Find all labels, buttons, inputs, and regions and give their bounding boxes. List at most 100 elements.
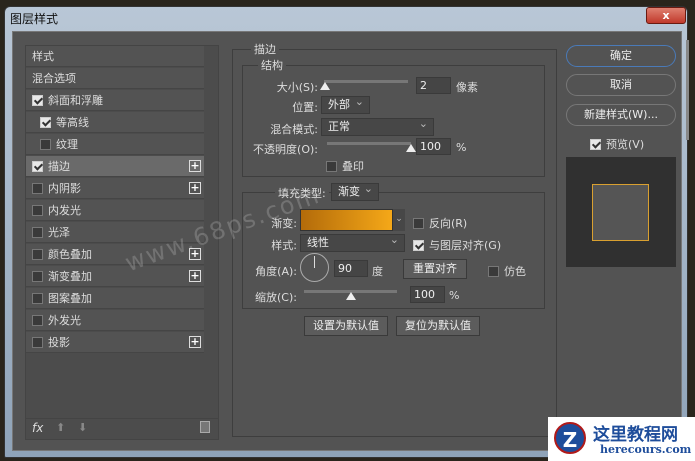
dialog-title: 图层样式 [10, 12, 59, 26]
size-unit: 像素 [456, 81, 478, 94]
angle-dial[interactable] [300, 253, 329, 282]
section-title: 描边 [251, 41, 279, 57]
structure-title: 结构 [258, 57, 286, 73]
style-item[interactable]: 斜面和浮雕 [26, 90, 204, 111]
style-item[interactable]: 图案叠加 [26, 288, 204, 309]
reset-default-button[interactable]: 复位为默认值 [396, 316, 480, 336]
scale-input[interactable]: 100 [410, 286, 445, 303]
size-slider-thumb[interactable] [319, 82, 330, 90]
reverse-checkbox[interactable]: 反向(R) [413, 215, 467, 231]
size-input[interactable]: 2 [416, 77, 451, 94]
style-checkbox[interactable] [40, 139, 51, 150]
dither-label: 仿色 [504, 265, 526, 278]
align-label: 与图层对齐(G) [429, 239, 502, 252]
style-checkbox[interactable] [32, 205, 43, 216]
style-item-label: 外发光 [48, 314, 81, 327]
fill-type-select[interactable]: 渐变 [331, 181, 379, 201]
style-item-label: 渐变叠加 [48, 270, 92, 283]
style-item[interactable]: 渐变叠加 + [26, 266, 204, 287]
preview-square [592, 184, 649, 241]
style-item-label: 描边 [48, 160, 70, 173]
style-checkbox[interactable] [32, 271, 43, 282]
style-checkbox[interactable] [32, 95, 43, 106]
add-icon[interactable]: + [189, 270, 201, 282]
logo-url: herecours.com [600, 443, 692, 456]
add-icon[interactable]: + [189, 182, 201, 194]
style-item[interactable]: 等高线 [26, 112, 204, 133]
move-up-icon[interactable]: ⬆ [56, 421, 65, 434]
opacity-slider[interactable] [327, 142, 411, 145]
preview-checkbox[interactable]: 预览(V) [590, 136, 644, 152]
position-select[interactable]: 外部 [321, 94, 370, 114]
preview-label: 预览(V) [606, 138, 645, 151]
style-item[interactable]: 样式 [26, 46, 204, 67]
style-checkbox[interactable] [32, 183, 43, 194]
style-item-label: 内发光 [48, 204, 81, 217]
scale-slider-thumb[interactable] [345, 292, 356, 300]
overprint-check[interactable] [326, 161, 337, 172]
opacity-label: 不透明度(O): [253, 143, 318, 156]
overprint-checkbox[interactable]: 叠印 [326, 158, 364, 174]
style-item[interactable]: 投影 + [26, 332, 204, 353]
opacity-input[interactable]: 100 [416, 138, 451, 155]
dither-check[interactable] [488, 266, 499, 277]
add-icon[interactable]: + [189, 336, 201, 348]
style-item[interactable]: 内发光 [26, 200, 204, 221]
reverse-check[interactable] [413, 218, 424, 229]
angle-input[interactable]: 90 [334, 260, 368, 277]
style-item-label: 投影 [48, 336, 70, 349]
style-item[interactable]: 内阴影 + [26, 178, 204, 199]
blend-mode-select[interactable]: 正常 [321, 116, 434, 136]
opacity-slider-thumb[interactable] [406, 144, 416, 152]
angle-unit: 度 [372, 265, 383, 278]
blend-mode-label: 混合模式: [270, 123, 318, 136]
style-item-label: 混合选项 [32, 72, 76, 85]
preview-box [566, 157, 676, 267]
style-item-label: 斜面和浮雕 [48, 94, 103, 107]
reverse-label: 反向(R) [429, 217, 468, 230]
fx-button[interactable]: fx [32, 421, 43, 435]
align-checkbox[interactable]: 与图层对齐(G) [413, 237, 501, 253]
move-down-icon[interactable]: ⬇ [78, 421, 87, 434]
gradient-swatch[interactable] [300, 209, 393, 231]
overprint-label: 叠印 [342, 160, 364, 173]
close-button[interactable]: x [646, 7, 686, 24]
style-checkbox[interactable] [32, 337, 43, 348]
logo-title: 这里教程网 [593, 425, 678, 445]
position-label: 位置: [292, 101, 318, 114]
cancel-button[interactable]: 取消 [566, 74, 676, 96]
style-checkbox[interactable] [32, 249, 43, 260]
style-item-label: 颜色叠加 [48, 248, 92, 261]
style-item[interactable]: 外发光 [26, 310, 204, 331]
scale-unit: % [449, 289, 460, 302]
make-default-button[interactable]: 设置为默认值 [304, 316, 388, 336]
style-checkbox[interactable] [40, 117, 51, 128]
opacity-unit: % [456, 141, 467, 154]
add-icon[interactable]: + [189, 160, 201, 172]
style-item-label: 样式 [32, 50, 54, 63]
size-slider[interactable] [324, 80, 408, 83]
new-style-button[interactable]: 新建样式(W)... [566, 104, 676, 126]
style-checkbox[interactable] [32, 293, 43, 304]
preview-check[interactable] [590, 139, 601, 150]
style-item-label: 等高线 [56, 116, 89, 129]
logo-icon: Z [554, 422, 586, 454]
style-label: 样式: [271, 239, 297, 252]
style-checkbox[interactable] [32, 161, 43, 172]
reset-align-button[interactable]: 重置对齐 [403, 259, 467, 279]
style-item[interactable]: 混合选项 [26, 68, 204, 89]
align-check[interactable] [413, 240, 424, 251]
ok-button[interactable]: 确定 [566, 45, 676, 67]
trash-icon[interactable] [200, 421, 210, 433]
style-item[interactable]: 描边 + [26, 156, 204, 177]
gradient-dropdown[interactable]: ⌄ [393, 209, 405, 231]
style-item[interactable]: 纹理 [26, 134, 204, 155]
site-logo: Z 这里教程网 herecours.com [548, 417, 695, 461]
style-select[interactable]: 线性 [300, 232, 405, 252]
dither-checkbox[interactable]: 仿色 [488, 263, 526, 279]
style-checkbox[interactable] [32, 227, 43, 238]
size-label: 大小(S): [276, 81, 318, 94]
scrollbar[interactable] [686, 40, 689, 140]
scale-label: 缩放(C): [255, 291, 297, 304]
style-checkbox[interactable] [32, 315, 43, 326]
